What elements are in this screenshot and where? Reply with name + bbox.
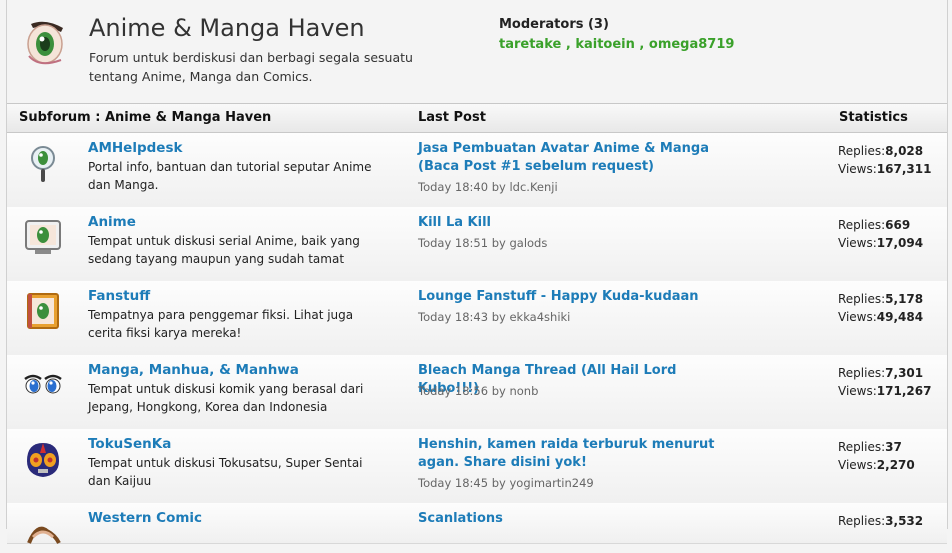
- subforum-row: Manga, Manhua, & Manhwa Tempat untuk dis…: [7, 355, 947, 430]
- replies-label: Replies:: [838, 440, 886, 454]
- column-statistics: Statistics: [839, 110, 908, 125]
- anime-eye-icon: [27, 21, 63, 65]
- moderator-link[interactable]: kaitoein: [575, 37, 635, 52]
- replies-count: 5,178: [885, 292, 924, 306]
- subforum-row: AMHelpdesk Portal info, bantuan dan tuto…: [7, 133, 947, 208]
- replies-label: Replies:: [838, 218, 886, 232]
- last-post-author[interactable]: by galods: [492, 236, 548, 250]
- subforum-statistics: Replies:3,532: [838, 512, 923, 530]
- subforum-description: Tempat untuk diskusi Tokusatsu, Super Se…: [88, 456, 363, 488]
- views-label: Views:: [838, 162, 877, 176]
- replies-count: 669: [885, 218, 911, 232]
- moderators-heading: Moderators (3): [499, 17, 609, 32]
- views-count: 171,267: [876, 384, 932, 398]
- views-count: 17,094: [876, 236, 924, 250]
- views-label: Views:: [838, 310, 877, 324]
- last-post-meta: Today 18:56 by nonb: [418, 384, 538, 398]
- book-eye-icon: [27, 293, 59, 329]
- manga-eyes-icon: [24, 374, 62, 394]
- last-post-author[interactable]: by yogimartin249: [492, 476, 594, 490]
- subforum-statistics: Replies:7,301 Views:171,267: [838, 364, 931, 400]
- subforum-description: Portal info, bantuan dan tutorial seputa…: [88, 160, 372, 192]
- subforum-row: Anime Tempat untuk diskusi serial Anime,…: [7, 207, 947, 282]
- last-post-meta: Today 18:43 by ekka4shiki: [418, 310, 570, 324]
- subforum-link[interactable]: Manga, Manhua, & Manhwa: [88, 362, 299, 378]
- subforum-statistics: Replies:669 Views:17,094: [838, 216, 923, 252]
- last-post-time: Today 18:51: [418, 236, 489, 250]
- tokusatsu-helmet-icon: [27, 443, 59, 477]
- subforum-statistics: Replies:5,178 Views:49,484: [838, 290, 923, 326]
- forum-frame: Anime & Manga Haven Forum untuk berdisku…: [6, 0, 948, 544]
- forum-description: Forum untuk berdiskusi dan berbagi segal…: [89, 50, 413, 84]
- last-post-link[interactable]: Jasa Pembuatan Avatar Anime & Manga (Bac…: [418, 140, 738, 176]
- subforum-row: Western Comic Scanlations Replies:3,532: [7, 503, 947, 544]
- subforum-link[interactable]: AMHelpdesk: [88, 140, 182, 156]
- last-post-time: Today 18:43: [418, 310, 489, 324]
- last-post-link[interactable]: Scanlations: [418, 510, 738, 528]
- replies-count: 7,301: [885, 366, 924, 380]
- subforum-statistics: Replies:8,028 Views:167,311: [838, 142, 931, 178]
- western-comic-icon: [27, 526, 61, 544]
- replies-count: 37: [885, 440, 902, 454]
- views-label: Views:: [838, 384, 877, 398]
- last-post-author[interactable]: by nonb: [492, 384, 539, 398]
- subforum-column-header: Subforum : Anime & Manga Haven Last Post…: [7, 103, 947, 133]
- last-post-link[interactable]: Kill La Kill: [418, 214, 738, 232]
- last-post-link[interactable]: Henshin, kamen raida terburuk menurut ag…: [418, 436, 738, 472]
- last-post-time: Today 18:56: [418, 384, 489, 398]
- last-post-meta: Today 18:45 by yogimartin249: [418, 476, 594, 490]
- column-last-post: Last Post: [418, 110, 486, 125]
- subforum-description: Tempat untuk diskusi komik yang berasal …: [88, 382, 364, 414]
- last-post-time: Today 18:40: [418, 180, 489, 194]
- subforum-link[interactable]: TokuSenKa: [88, 436, 171, 452]
- last-post-meta: Today 18:51 by galods: [418, 236, 547, 250]
- last-post-meta: Today 18:40 by ldc.Kenji: [418, 180, 558, 194]
- moderator-link[interactable]: taretake: [499, 37, 561, 52]
- moderator-link[interactable]: omega8719: [649, 37, 735, 52]
- views-label: Views:: [838, 458, 877, 472]
- subforum-link[interactable]: Western Comic: [88, 510, 202, 526]
- subforum-description: Tempatnya para penggemar fiksi. Lihat ju…: [88, 308, 354, 340]
- replies-label: Replies:: [838, 514, 886, 528]
- column-subforum: Subforum : Anime & Manga Haven: [19, 110, 272, 125]
- forum-header: Anime & Manga Haven Forum untuk berdisku…: [7, 0, 947, 103]
- forum-title: Anime & Manga Haven: [89, 14, 365, 42]
- replies-count: 3,532: [885, 514, 924, 528]
- subforum-description: Tempat untuk diskusi serial Anime, baik …: [88, 234, 360, 266]
- tv-eye-icon: [25, 220, 61, 254]
- moderators-list: taretake , kaitoein , omega8719: [499, 37, 735, 52]
- replies-label: Replies:: [838, 366, 886, 380]
- subforum-statistics: Replies:37 Views:2,270: [838, 438, 915, 474]
- subforum-row: Fanstuff Tempatnya para penggemar fiksi.…: [7, 281, 947, 356]
- replies-label: Replies:: [838, 144, 886, 158]
- views-label: Views:: [838, 236, 877, 250]
- subforum-link[interactable]: Fanstuff: [88, 288, 150, 304]
- replies-count: 8,028: [885, 144, 924, 158]
- replies-label: Replies:: [838, 292, 886, 306]
- subforum-link[interactable]: Anime: [88, 214, 136, 230]
- last-post-author[interactable]: by ldc.Kenji: [492, 180, 558, 194]
- last-post-time: Today 18:45: [418, 476, 489, 490]
- magnifier-eye-icon: [31, 146, 55, 182]
- views-count: 2,270: [876, 458, 915, 472]
- views-count: 49,484: [876, 310, 924, 324]
- views-count: 167,311: [876, 162, 932, 176]
- last-post-link[interactable]: Lounge Fanstuff - Happy Kuda-kudaan: [418, 288, 738, 306]
- last-post-author[interactable]: by ekka4shiki: [492, 310, 571, 324]
- subforum-row: TokuSenKa Tempat untuk diskusi Tokusatsu…: [7, 429, 947, 504]
